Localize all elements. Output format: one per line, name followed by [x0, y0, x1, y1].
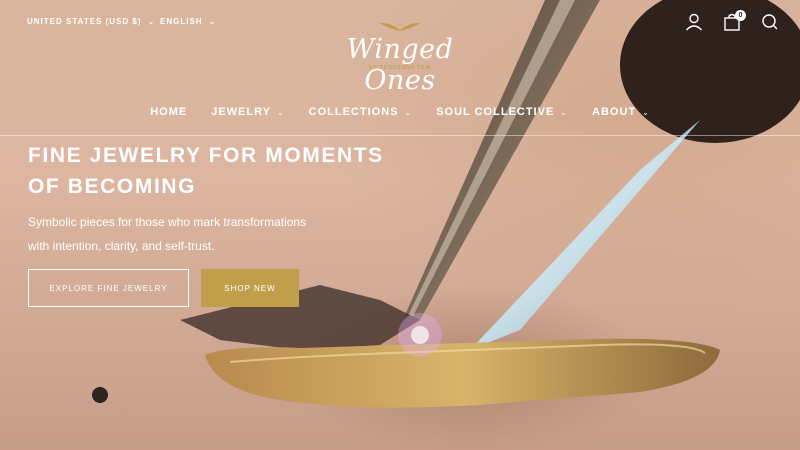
site-logo[interactable]: Winged Ones BY TEQUESNA TEW: [320, 20, 480, 96]
chevron-down-icon: ⌄: [276, 107, 285, 117]
nav-item-jewelry[interactable]: JEWELRY ⌄: [211, 106, 284, 118]
hero-subtext: Symbolic pieces for those who mark trans…: [28, 210, 348, 258]
subtext-line-1: Symbolic pieces for those who mark trans…: [28, 215, 307, 229]
chevron-down-icon: ⌄: [404, 107, 413, 117]
nav-item-soul-collective[interactable]: SOUL COLLECTIVE ⌄: [436, 106, 568, 118]
cart-count-badge: 0: [735, 10, 746, 21]
chevron-down-icon: ⌄: [642, 107, 650, 117]
subtext-line-2: with intention, clarity, and self-trust.: [28, 239, 215, 253]
shop-new-button[interactable]: SHOP NEW: [201, 269, 299, 307]
currency-selector[interactable]: UNITED STATES (USD $) ⌄: [27, 17, 155, 26]
nav-item-about[interactable]: ABOUT ⌄: [592, 106, 650, 118]
ring: [205, 338, 720, 408]
nav-label: SOUL COLLECTIVE: [436, 106, 555, 118]
search-button[interactable]: [760, 12, 780, 32]
chevron-down-icon: ⌄: [147, 17, 156, 26]
headline-line-2: OF BECOMING: [28, 175, 197, 198]
cart-button[interactable]: 0: [722, 10, 746, 32]
language-selector[interactable]: ENGLISH ⌄: [160, 17, 216, 26]
language-label: ENGLISH: [160, 17, 203, 26]
nav-item-collections[interactable]: COLLECTIONS ⌄: [309, 106, 413, 118]
account-button[interactable]: [684, 12, 704, 32]
chevron-down-icon: ⌄: [560, 107, 568, 117]
wings-logo-icon: [379, 22, 421, 31]
nav-divider: [0, 135, 800, 136]
explore-fine-jewelry-button[interactable]: EXPLORE FINE JEWELRY: [28, 269, 189, 307]
nav-label: HOME: [150, 106, 188, 118]
header-icons: 0: [684, 10, 780, 32]
logo-subtitle: BY TEQUESNA TEW: [368, 65, 432, 71]
nav-label: COLLECTIONS: [308, 106, 399, 118]
chevron-down-icon: ⌄: [208, 17, 217, 26]
search-icon: [762, 14, 778, 30]
nav-label: ABOUT: [592, 106, 637, 118]
user-icon: [685, 13, 703, 31]
hero-headline: FINE JEWELRY FOR MOMENTS OF BECOMING: [28, 140, 428, 202]
headline-line-1: FINE JEWELRY FOR MOMENTS: [28, 144, 384, 167]
nav-item-home[interactable]: HOME: [150, 106, 187, 118]
nav-label: JEWELRY: [211, 106, 271, 118]
main-navigation: HOME JEWELRY ⌄ COLLECTIONS ⌄ SOUL COLLEC…: [0, 106, 800, 118]
currency-label: UNITED STATES (USD $): [27, 17, 142, 26]
